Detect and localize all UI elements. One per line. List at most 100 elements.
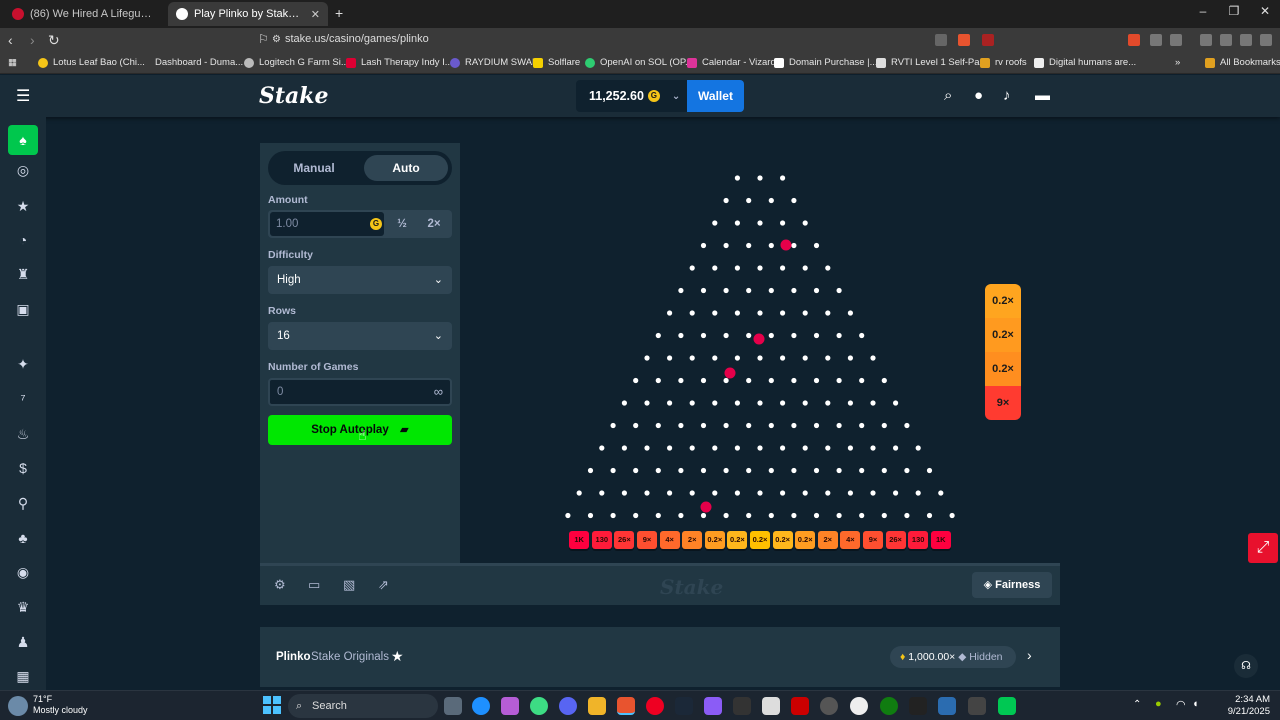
new-releases-icon[interactable]: ✦ <box>12 353 34 375</box>
amount-input[interactable]: 1.00 <box>270 212 384 236</box>
bookmark-folder[interactable]: rv roofs <box>980 57 1027 68</box>
vpn-icon[interactable] <box>1240 34 1252 46</box>
fairness-button[interactable]: ◈ Fairness <box>972 572 1052 598</box>
promo-icon[interactable]: ⤢ <box>1248 533 1278 563</box>
challenges-icon[interactable]: ♜ <box>12 263 34 285</box>
weather-icon[interactable] <box>8 696 28 716</box>
stake-exclusives-icon[interactable]: $ <box>12 457 34 479</box>
edge-icon[interactable] <box>472 697 490 715</box>
minimize-icon[interactable]: – <box>1188 4 1218 18</box>
originals-icon[interactable]: ◎ <box>12 159 34 181</box>
volume-icon[interactable]: ◖ <box>1192 698 1199 710</box>
brave-icon[interactable] <box>617 697 635 715</box>
half-bet-button[interactable]: ½ <box>386 210 418 238</box>
notepad-icon[interactable] <box>762 697 780 715</box>
app-icon[interactable] <box>850 697 868 715</box>
xbox-icon[interactable] <box>880 697 898 715</box>
youtube-app-icon[interactable] <box>646 697 664 715</box>
user-icon[interactable]: ● <box>974 87 983 104</box>
hot-icon[interactable]: ♨ <box>12 423 34 445</box>
rows-select[interactable]: 16 ⌄ <box>268 322 452 350</box>
leo-icon[interactable] <box>1220 34 1232 46</box>
extensions-icon[interactable] <box>1150 34 1162 46</box>
chat-icon[interactable]: ▬ <box>1035 87 1050 104</box>
app-icon[interactable] <box>820 697 838 715</box>
site-info-icon[interactable]: ⚙ <box>272 34 281 45</box>
system-clock[interactable]: 2:34 AM 9/21/2025 <box>1228 694 1270 718</box>
stake-logo[interactable]: Stake <box>259 83 329 109</box>
game-shows-icon[interactable]: ♛ <box>12 596 34 618</box>
share-icon[interactable] <box>935 34 947 46</box>
enhanced-rtp-icon[interactable]: ⚲ <box>12 492 34 514</box>
extension-icon[interactable] <box>1128 34 1140 46</box>
menu-icon[interactable] <box>1260 34 1272 46</box>
bookmark-item[interactable]: Solflare <box>533 57 580 68</box>
table-games-icon[interactable]: ♣ <box>12 527 34 549</box>
double-bet-button[interactable]: 2× <box>418 210 450 238</box>
search-icon[interactable]: ⌕ <box>944 87 952 104</box>
all-bookmarks[interactable]: All Bookmarks <box>1205 57 1280 68</box>
epic-games-icon[interactable] <box>909 697 927 715</box>
recent-icon[interactable]: ◔ <box>12 229 34 251</box>
brave-shield-icon[interactable] <box>958 34 970 46</box>
tab-auto[interactable]: Auto <box>364 155 448 181</box>
wallet-button[interactable]: Wallet <box>687 80 744 112</box>
bookmark-item[interactable]: Dashboard - Duma... <box>155 57 243 68</box>
bookmark-item[interactable]: Digital humans are... <box>1034 57 1136 68</box>
wifi-icon[interactable]: ◠ <box>1176 698 1186 711</box>
url-field[interactable]: stake.us/casino/games/plinko <box>285 33 429 45</box>
app-icon[interactable] <box>998 697 1016 715</box>
sidebar-icon[interactable] <box>1170 34 1182 46</box>
bookmark-item[interactable]: Lotus Leaf Bao (Chi... <box>38 57 145 68</box>
popout-icon[interactable]: ⇗ <box>378 577 389 593</box>
bookmark-item[interactable]: Calendar - Vizard <box>687 57 776 68</box>
weather-widget[interactable]: 71°F Mostly cloudy <box>33 694 88 716</box>
game-provider[interactable]: Stake Originals <box>311 651 389 663</box>
balance-display[interactable]: 11,252.60 G ⌄ <box>576 80 687 112</box>
back-icon[interactable]: ‹ <box>8 32 13 48</box>
discord-icon[interactable] <box>559 697 577 715</box>
theatre-mode-icon[interactable]: ▭ <box>308 577 320 593</box>
chevron-right-icon[interactable]: » <box>1175 57 1180 68</box>
favourite-star-icon[interactable]: ★ <box>391 648 404 665</box>
difficulty-select[interactable]: High ⌄ <box>268 266 452 294</box>
tab-manual[interactable]: Manual <box>272 155 356 181</box>
bookmark-item[interactable]: Logitech G Farm Si... <box>244 57 349 68</box>
rewards-icon[interactable] <box>982 34 994 46</box>
twitch-icon[interactable] <box>704 697 722 715</box>
notification-bell-icon[interactable]: ♪ <box>1003 87 1011 104</box>
settings-icon[interactable]: ⚙ <box>274 577 286 593</box>
tray-chevron-icon[interactable]: ⌃ <box>1133 699 1141 710</box>
bookmark-item[interactable]: Lash Therapy Indy I... <box>346 57 453 68</box>
slots-icon[interactable]: ⁷ <box>12 388 34 410</box>
forward-icon[interactable]: › <box>30 32 35 48</box>
new-tab-icon[interactable]: + <box>335 5 343 21</box>
apps-icon[interactable]: ▦ <box>8 57 17 68</box>
favourites-icon[interactable]: ★ <box>12 195 34 217</box>
close-tab-icon[interactable]: ✕ <box>311 8 320 21</box>
steam-icon[interactable] <box>675 697 693 715</box>
close-window-icon[interactable]: ✕ <box>1250 4 1280 18</box>
my-bets-icon[interactable]: ▣ <box>12 298 34 320</box>
stats-icon[interactable]: ▧ <box>343 577 355 593</box>
mic-icon[interactable]: ● <box>1155 698 1162 710</box>
hamburger-menu-icon[interactable]: ☰ <box>16 86 30 106</box>
bookmark-item[interactable]: RVTI Level 1 Self-Pa... <box>876 57 987 68</box>
app-icon[interactable] <box>791 697 809 715</box>
copilot-icon[interactable] <box>501 697 519 715</box>
browser-tab[interactable]: (86) We Hired A Lifeguard... (Waterp <box>4 2 164 26</box>
task-view-icon[interactable] <box>444 697 462 715</box>
live-support-icon[interactable]: ☊ <box>1234 654 1258 678</box>
blackjack-icon[interactable]: ♟ <box>12 631 34 653</box>
bookmark-item[interactable]: RAYDIUM SWAP <box>450 57 538 68</box>
app-icon[interactable] <box>530 697 548 715</box>
app-icon[interactable] <box>733 697 751 715</box>
chevron-right-icon[interactable]: › <box>1027 647 1032 663</box>
wallet-ext-icon[interactable] <box>1200 34 1212 46</box>
number-of-games-input[interactable]: 0 ∞ <box>268 378 452 406</box>
all-games-icon[interactable]: ▦ <box>12 665 34 687</box>
app-icon[interactable] <box>938 697 956 715</box>
live-casino-icon[interactable]: ◉ <box>12 561 34 583</box>
windows-start-icon[interactable] <box>263 696 281 714</box>
bookmark-item[interactable]: Domain Purchase |... <box>774 57 878 68</box>
